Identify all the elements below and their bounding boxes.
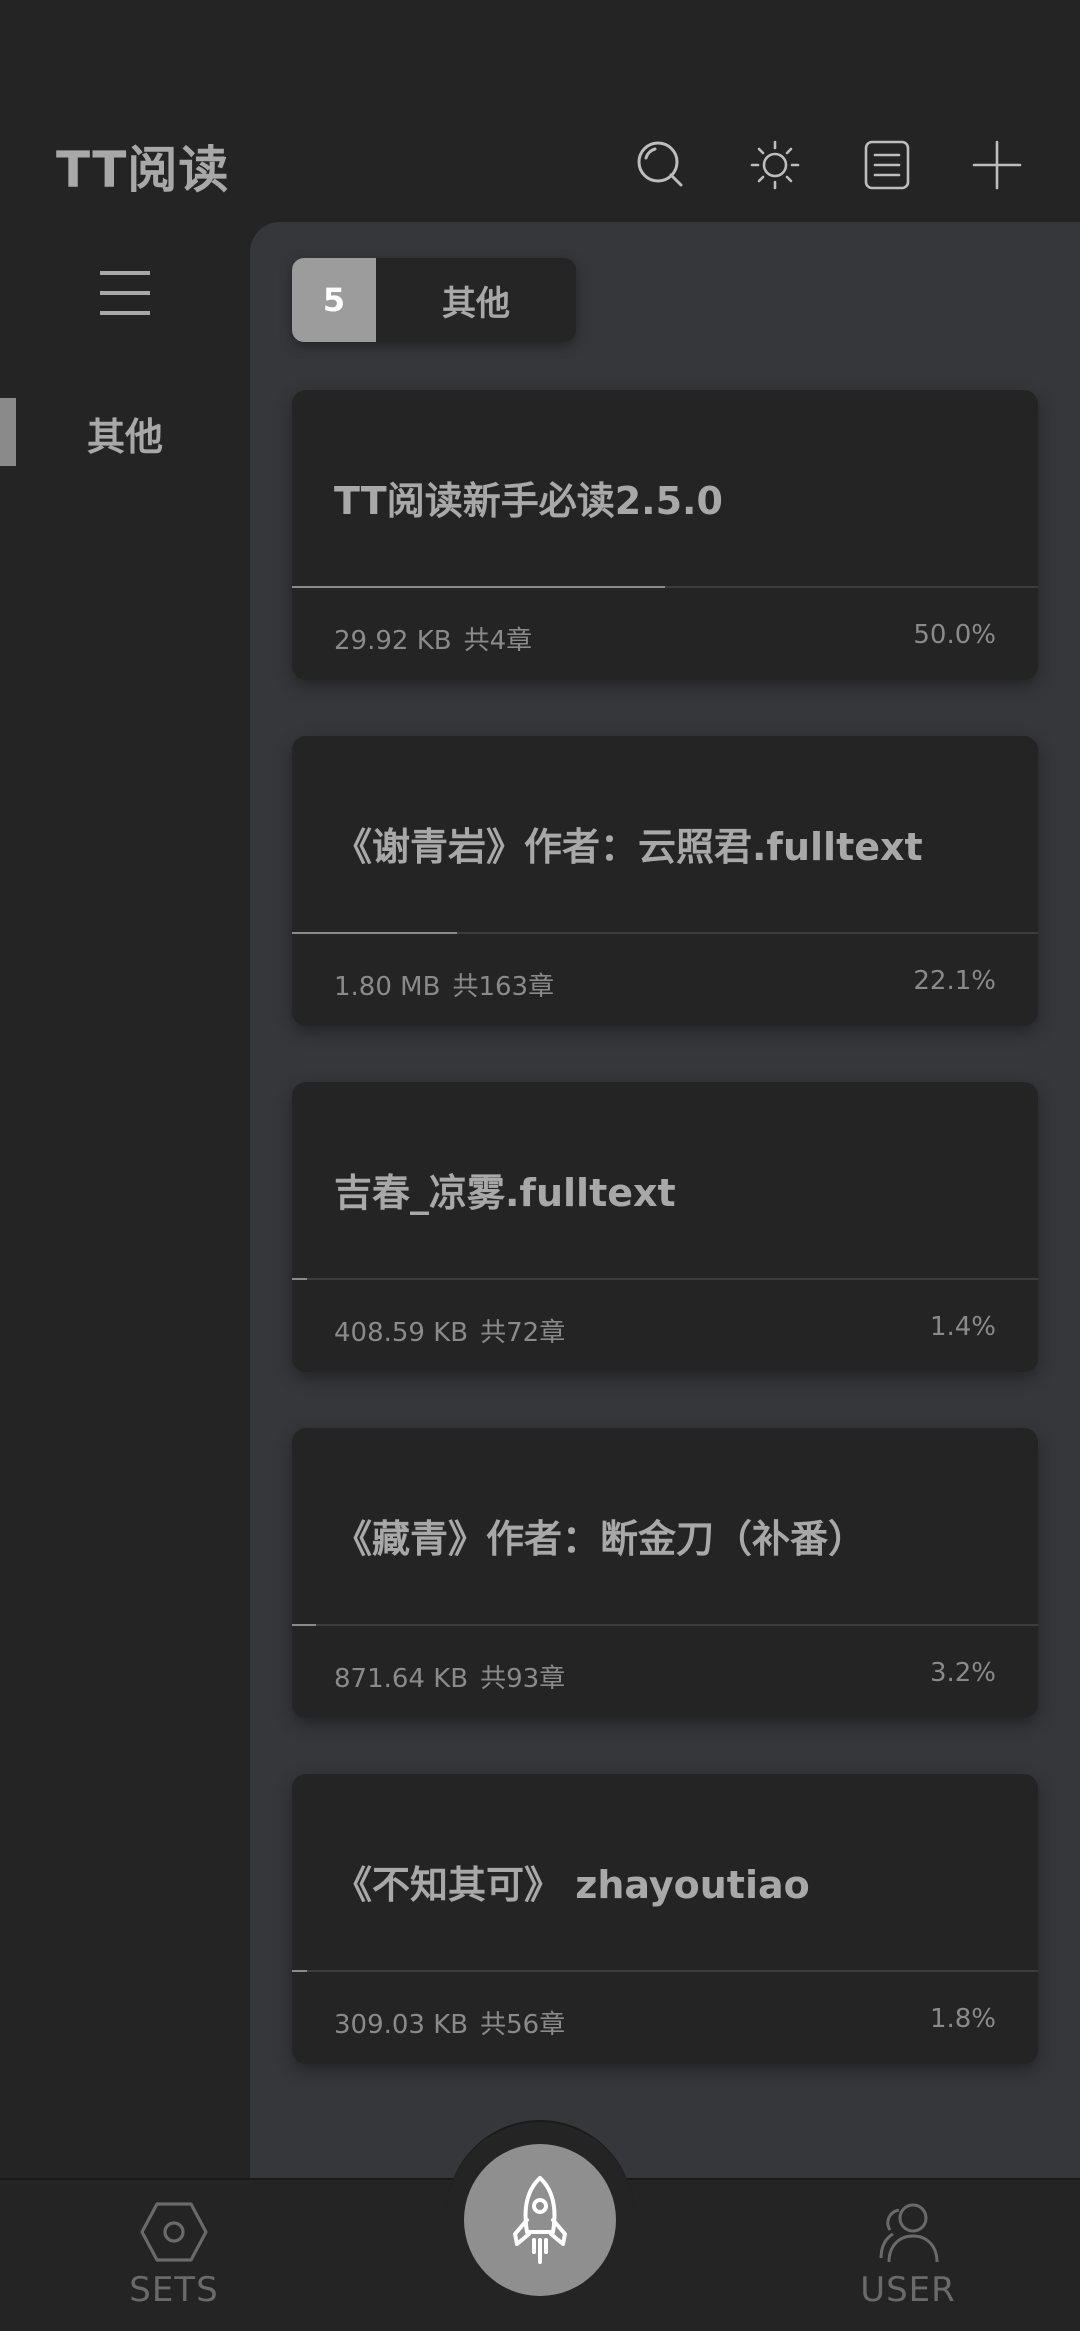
book-card[interactable]: 吉春_凉雾.fulltext 408.59 KB 共72章 1.4% (292, 1082, 1038, 1372)
search-icon[interactable] (632, 136, 690, 194)
book-title: 《谢青岩》作者：云照君.fulltext (334, 825, 923, 869)
file-size: 1.80 MB (334, 972, 441, 1002)
progress-fill (292, 1624, 316, 1626)
book-card[interactable]: 《藏青》作者：断金刀（补番） 871.64 KB 共93章 3.2% (292, 1428, 1038, 1718)
reading-progress-bar (292, 1624, 1038, 1626)
book-title: 《藏青》作者：断金刀（补番） (334, 1517, 867, 1561)
nav-sets[interactable]: SETS (84, 2200, 264, 2320)
add-icon[interactable] (968, 136, 1026, 194)
book-meta: 309.03 KB 共56章 (334, 2004, 577, 2041)
nav-user[interactable]: USER (818, 2200, 998, 2320)
progress-percent: 22.1% (913, 966, 996, 996)
user-icon (879, 2203, 939, 2263)
app-root: TT阅读 其他 5 其他 TT阅读新手必读2.5.0 29.92 KB 共4章 … (0, 0, 1080, 2331)
settings-hexagon-icon (140, 2202, 208, 2262)
progress-fill (292, 1970, 307, 1972)
sidebar-item-other[interactable]: 其他 (0, 398, 250, 468)
file-size: 408.59 KB (334, 1318, 469, 1348)
reading-progress-bar (292, 1278, 1038, 1280)
file-size: 29.92 KB (334, 626, 452, 656)
book-title: 《不知其可》 zhayoutiao (334, 1863, 810, 1907)
progress-fill (292, 932, 457, 934)
progress-percent: 3.2% (929, 1658, 996, 1688)
group-label: 其他 (442, 283, 510, 324)
progress-fill (292, 586, 665, 588)
chapter-count: 共93章 (480, 1664, 566, 1694)
book-title: 吉春_凉雾.fulltext (334, 1171, 676, 1215)
group-count-badge: 5 (292, 258, 376, 342)
nav-user-label: USER (860, 2270, 956, 2310)
app-title: TT阅读 (56, 141, 230, 199)
sidebar-item-label: 其他 (86, 414, 163, 459)
nav-sets-label: SETS (129, 2270, 219, 2310)
book-meta: 29.92 KB 共4章 (334, 620, 544, 657)
sidebar-active-indicator (0, 398, 16, 466)
reading-progress-bar (292, 1970, 1038, 1972)
reading-progress-bar (292, 586, 1038, 588)
chapter-count: 共163章 (452, 972, 555, 1002)
chapter-count: 共4章 (463, 626, 533, 656)
launch-button[interactable] (464, 2144, 616, 2296)
file-size: 871.64 KB (334, 1664, 469, 1694)
book-list-panel: 5 其他 TT阅读新手必读2.5.0 29.92 KB 共4章 50.0% 《谢青… (250, 222, 1080, 2182)
reading-progress-bar (292, 932, 1038, 934)
group-tab[interactable]: 5 其他 (292, 258, 576, 342)
progress-percent: 50.0% (913, 620, 996, 650)
menu-icon[interactable] (98, 268, 152, 318)
brightness-icon[interactable] (746, 136, 804, 194)
book-meta: 408.59 KB 共72章 (334, 1312, 577, 1349)
progress-percent: 1.4% (929, 1312, 996, 1342)
book-card[interactable]: TT阅读新手必读2.5.0 29.92 KB 共4章 50.0% (292, 390, 1038, 680)
progress-percent: 1.8% (929, 2004, 996, 2034)
file-size: 309.03 KB (334, 2010, 469, 2040)
book-title: TT阅读新手必读2.5.0 (334, 479, 723, 523)
progress-fill (292, 1278, 307, 1280)
book-meta: 871.64 KB 共93章 (334, 1658, 577, 1695)
chapter-count: 共56章 (480, 2010, 566, 2040)
book-card[interactable]: 《谢青岩》作者：云照君.fulltext 1.80 MB 共163章 22.1% (292, 736, 1038, 1026)
book-meta: 1.80 MB 共163章 (334, 966, 566, 1003)
book-card[interactable]: 《不知其可》 zhayoutiao 309.03 KB 共56章 1.8% (292, 1774, 1038, 2064)
chapter-count: 共72章 (480, 1318, 566, 1348)
rocket-icon (513, 2176, 567, 2264)
list-icon[interactable] (858, 136, 916, 194)
